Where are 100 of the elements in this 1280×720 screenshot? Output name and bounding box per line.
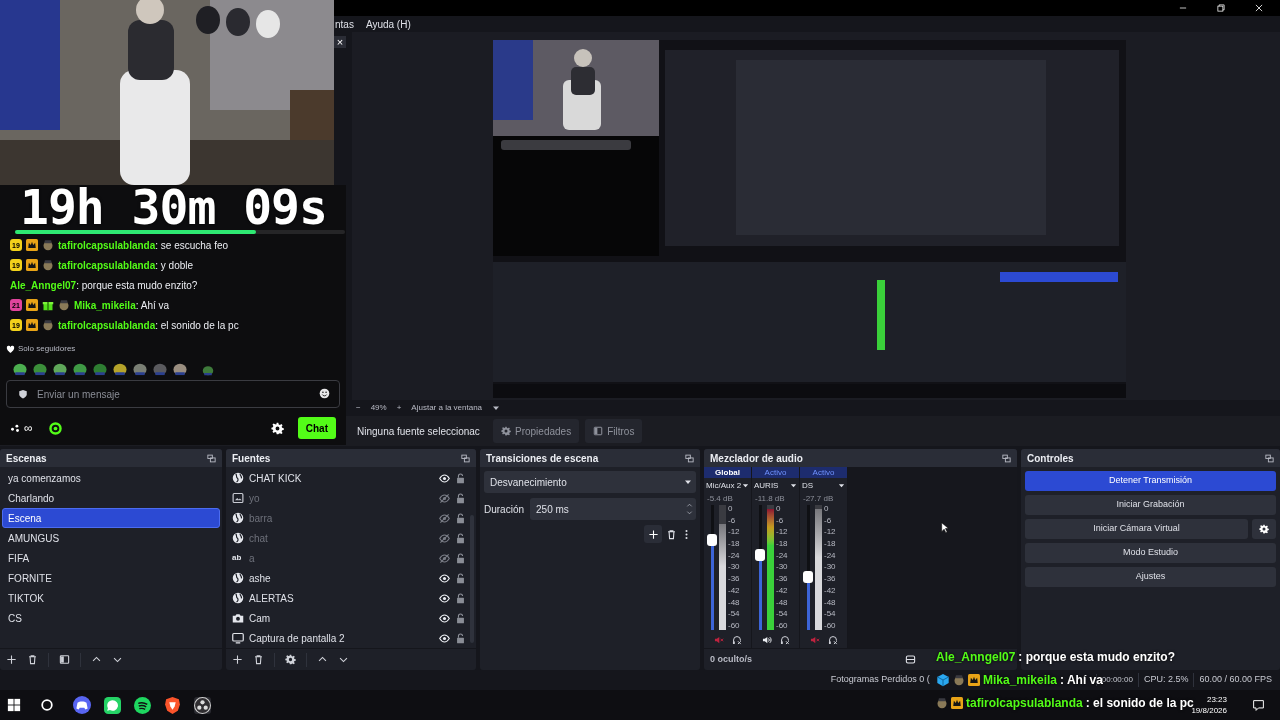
speaker-icon[interactable] (761, 635, 772, 645)
emote-icon[interactable] (72, 361, 88, 376)
emote-icon[interactable] (132, 361, 148, 376)
eye-icon[interactable] (439, 572, 450, 584)
eye-icon[interactable] (439, 632, 450, 644)
scene-item[interactable]: TIKTOK (2, 588, 220, 608)
scene-item[interactable]: AMUNGUS (2, 528, 220, 548)
search-icon[interactable] (40, 698, 54, 712)
control-button[interactable]: Iniciar Cámara Virtual (1025, 519, 1248, 539)
volume-slider[interactable] (803, 505, 813, 630)
emote-icon[interactable] (32, 361, 48, 376)
scene-item[interactable]: FIFA (2, 548, 220, 568)
music-icon[interactable] (134, 696, 151, 714)
control-button[interactable]: Detener Transmisión (1025, 471, 1276, 491)
headphones-icon[interactable] (779, 635, 790, 645)
lock-icon[interactable] (455, 592, 466, 604)
control-button[interactable]: Iniciar Grabación (1025, 495, 1276, 515)
undock-icon[interactable] (207, 453, 216, 463)
zoom-out-button[interactable]: − (356, 402, 361, 414)
lock-icon[interactable] (455, 552, 466, 564)
add-icon[interactable] (232, 654, 243, 665)
emote-icon[interactable] (172, 361, 188, 376)
source-item[interactable]: ashe (226, 568, 470, 588)
app-icon[interactable] (194, 696, 211, 714)
down-icon[interactable] (686, 509, 693, 516)
shield-icon[interactable] (164, 696, 181, 714)
transition-select[interactable]: Desvanecimiento (484, 471, 696, 493)
emote-icon[interactable] (92, 361, 108, 376)
start-icon[interactable] (7, 698, 21, 712)
emoji-icon[interactable] (319, 388, 330, 399)
settings-icon[interactable] (270, 421, 284, 435)
lock-icon[interactable] (455, 512, 466, 524)
volume-slider[interactable] (707, 505, 717, 630)
close-button[interactable]: × (334, 36, 346, 48)
source-item[interactable]: ab a (226, 548, 470, 568)
eye-icon[interactable] (439, 472, 450, 484)
control-button[interactable]: Ajustes (1025, 567, 1276, 587)
channel-menu[interactable]: DS (800, 478, 847, 493)
scene-item[interactable]: ya comenzamos (2, 468, 220, 488)
message-field[interactable]: Enviar un mensaje (6, 380, 340, 408)
source-item[interactable]: Cam (226, 608, 470, 628)
headphones-icon[interactable] (731, 635, 742, 645)
controller-icon[interactable] (73, 696, 91, 714)
username[interactable]: Mika_mikeila (74, 299, 136, 311)
settings-button[interactable] (1252, 519, 1276, 539)
dropped-frames: Fotogramas Perdidos 0 ( (830, 673, 930, 687)
meter-scale-label: -60 (824, 621, 836, 630)
notification-icon[interactable] (1252, 698, 1265, 712)
undock-icon[interactable] (1002, 453, 1011, 463)
points-icon[interactable] (10, 423, 20, 433)
close-icon[interactable] (1254, 3, 1264, 13)
scene-item[interactable]: Escena (2, 508, 220, 528)
logo-icon[interactable] (48, 421, 62, 435)
toolbar-button[interactable]: Filtros (585, 419, 643, 443)
zoom-in-button[interactable]: + (396, 402, 402, 414)
caret-icon[interactable] (492, 404, 501, 412)
duration-field[interactable]: 250 ms (530, 498, 696, 520)
channel-menu[interactable]: AURIS (752, 478, 799, 493)
meter-scale-label: 0 (728, 505, 734, 513)
add-icon[interactable] (6, 654, 17, 665)
undock-icon[interactable] (1265, 453, 1274, 463)
lock-icon[interactable] (455, 572, 466, 584)
zoom-level: 49% (370, 402, 387, 414)
chat-button[interactable]: Chat (297, 417, 336, 439)
toolbar-button[interactable]: Propiedades (493, 419, 580, 443)
lock-icon[interactable] (455, 492, 466, 504)
scene-item[interactable]: CS (2, 608, 220, 628)
control-button[interactable]: Modo Estudio (1025, 543, 1276, 563)
settings-icon[interactable] (285, 654, 296, 665)
menu-item[interactable]: ntas (335, 16, 354, 32)
lock-icon[interactable] (455, 472, 466, 484)
emote-icon[interactable] (112, 361, 128, 376)
emote-icon[interactable] (12, 361, 28, 376)
emote-icon[interactable] (52, 361, 68, 376)
delete-icon[interactable] (666, 528, 677, 540)
transition-value: Desvanecimiento (490, 475, 567, 490)
eye-icon[interactable] (439, 592, 450, 604)
source-item[interactable]: Captura de pantalla 2 (226, 628, 470, 648)
lock-icon[interactable] (455, 532, 466, 544)
scene-item[interactable]: FORNITE (2, 568, 220, 588)
headphones-icon[interactable] (827, 635, 838, 645)
layout-icon[interactable] (905, 654, 916, 665)
lock-icon[interactable] (455, 632, 466, 644)
channel-menu[interactable]: Mic/Aux 2 (704, 478, 751, 493)
volume-slider[interactable] (755, 505, 765, 630)
undock-icon[interactable] (461, 453, 470, 463)
source-item[interactable]: ALERTAS (226, 588, 470, 608)
zoom-fit-option[interactable]: Ajustar a la ventana (411, 402, 483, 414)
delete-icon[interactable] (27, 654, 38, 665)
add-button[interactable] (644, 525, 662, 543)
eye-icon[interactable] (439, 612, 450, 624)
scene-item[interactable]: Charlando (2, 488, 220, 508)
undock-icon[interactable] (685, 453, 694, 463)
lock-icon[interactable] (455, 612, 466, 624)
source-item[interactable]: CHAT KICK (226, 468, 470, 488)
menu-item[interactable]: Ayuda (H) (365, 16, 411, 32)
delete-icon[interactable] (253, 654, 264, 665)
up-icon[interactable] (686, 502, 693, 509)
restore-icon[interactable] (1216, 3, 1226, 13)
panel-icon[interactable] (59, 654, 70, 665)
